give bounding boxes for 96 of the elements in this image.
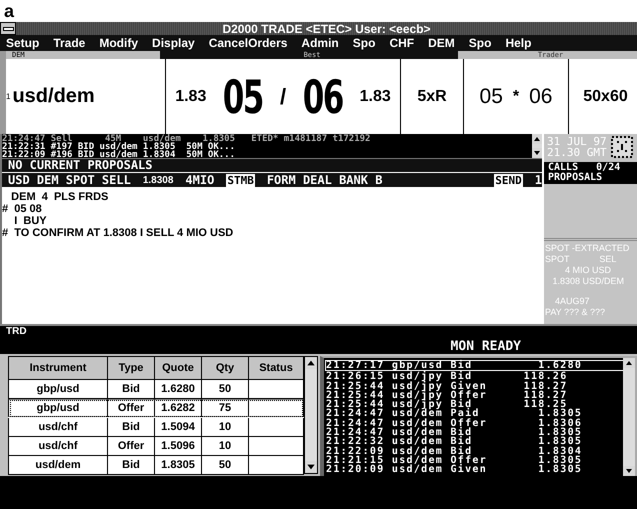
figure-label: a [3,0,16,22]
column-header[interactable]: Qty [202,356,248,380]
separator: / [280,84,286,110]
deal-instrument: USD DEM SPOT SELL [8,173,131,187]
menu-item[interactable]: Setup [6,36,40,50]
calls-count: CALLS 0/24 [548,163,622,173]
menu-item[interactable]: Trade [53,36,86,50]
date-label: 31 JUL 97 [547,136,607,147]
table-cell: 50 [202,456,248,474]
message-line: I BUY [13,215,48,227]
monitor-line[interactable]: 21:24:47 usd/dem Paid 1.8305 [326,409,623,419]
scroll-down-icon[interactable] [532,148,542,158]
monitor-line[interactable]: 21:22:09 usd/dem Bid 1.8304 [326,446,623,456]
trader-offer: 06 [529,84,552,108]
size-label: 5xR [417,88,447,106]
separator: * [512,88,520,106]
menu-item[interactable]: Help [505,36,532,50]
menu-item[interactable]: CHF [389,36,414,50]
instrument-label: usd/dem [12,85,95,108]
column-header[interactable]: Type [108,356,154,380]
scroll-down-icon[interactable] [305,461,317,473]
time-label: 21.30 GMT [547,147,607,158]
column-header[interactable]: Instrument [8,356,108,380]
table-cell: 1.5094 [154,418,202,436]
table-cell: 1.5096 [154,436,202,456]
monitor-line[interactable]: 21:22:32 usd/dem Bid 1.8305 [326,437,623,447]
deal-amount: 4MIO [185,173,214,187]
table-cell: Bid [108,418,154,436]
menu-item[interactable]: Admin [301,36,339,50]
table-cell: 10 [202,418,248,436]
menu-item[interactable]: Spo [352,36,376,50]
scrollbar[interactable] [304,356,318,474]
big-figure: 1.83 [360,88,391,106]
table-cell: 10 [202,436,248,456]
menu-item[interactable]: DEM [428,36,455,50]
table-cell: Offer [108,436,154,456]
send-button[interactable]: SEND [494,174,523,186]
window-title: D2000 TRADE <ETEC> User: <eecb> [221,22,432,36]
monitor-line[interactable]: 21:26:15 usd/jpy Bid 118.26 [326,372,623,382]
monitor-line[interactable]: 21:25:44 usd/jpy Given 118.27 [326,382,623,391]
column-header[interactable]: Status [248,356,304,380]
ticket-line: 4AUG97 [554,296,591,307]
ticket-line: 1.8308 USD/DEM [552,276,626,287]
size-label: 50x60 [583,88,628,106]
table-cell: Offer [108,398,154,418]
row-number: 1 [6,92,10,101]
menu-item[interactable]: Spo [468,36,492,50]
menu-item[interactable]: Display [152,36,195,50]
log-line: 21:22:31 #197 BID usd/dem 1.8305 50M OK... [2,143,236,151]
table-cell [248,398,304,418]
table-cell: Bid [108,456,154,474]
message-line: # 05 08 [2,203,43,215]
big-figure: 1.83 [175,88,206,106]
menu-item[interactable]: CancelOrders [208,36,288,50]
column-header[interactable]: Quote [154,356,202,380]
table-cell: gbp/usd [8,398,108,418]
trader-bid: 05 [480,84,503,108]
table-cell: gbp/usd [8,380,108,398]
panel-title: TRD [6,326,27,337]
system-menu-button[interactable] [0,22,16,35]
message-line: # TO CONFIRM AT 1.8308 I SELL 4 MIO USD [2,227,234,239]
bid-pips: 05 [223,70,264,124]
table-cell: usd/chf [8,436,108,456]
log-line: 21:22:09 #196 BID usd/dem 1.8304 50M OK... [2,151,236,158]
monitor-line[interactable]: 21:27:17 gbp/usd Bid 1.6280 [326,361,623,370]
table-cell: 1.8305 [154,456,202,474]
menu-item[interactable]: Modify [99,36,138,50]
grid-icon[interactable] [610,136,633,158]
scrollbar[interactable] [623,358,635,476]
scroll-down-icon[interactable] [623,466,635,476]
log-line: 21:24:47 Sell 45M usd/dem 1.8305 ETED* m1481187 t172192 [2,135,372,143]
deal-rate: 1.8308 [142,174,174,186]
table-cell: 1.6282 [154,398,202,418]
scroll-up-icon[interactable] [532,134,542,144]
table-cell: 1.6280 [154,380,202,398]
monitor-status: MON READY [450,339,521,354]
send-count: 1 [534,173,542,187]
table-cell: usd/dem [8,456,108,474]
table-cell: 75 [202,398,248,418]
ticket-line: SPOT -EXTRACTED [545,243,630,254]
ticket-line: 4 MIO USD [564,265,612,276]
ticket-line: SPOT SEL [545,254,618,265]
proposals-count: PROPOSALS [548,173,604,183]
message-line: DEM 4 PLS FRDS [10,191,110,203]
deal-form: FORM DEAL BANK B [266,173,382,187]
scroll-up-icon[interactable] [305,357,317,369]
proposals-status: NO CURRENT PROPOSALS [2,158,542,172]
table-cell: 50 [202,380,248,398]
table-cell: usd/chf [8,418,108,436]
code-tag: STMB [226,174,255,186]
scrollbar[interactable] [532,134,542,158]
scroll-up-icon[interactable] [623,358,635,368]
monitor-line[interactable]: 21:20:09 usd/dem Given 1.8305 [326,465,623,475]
table-cell: Bid [108,380,154,398]
offer-pips: 06 [302,70,343,124]
ticket-line: PAY ??? & ??? [545,307,606,318]
